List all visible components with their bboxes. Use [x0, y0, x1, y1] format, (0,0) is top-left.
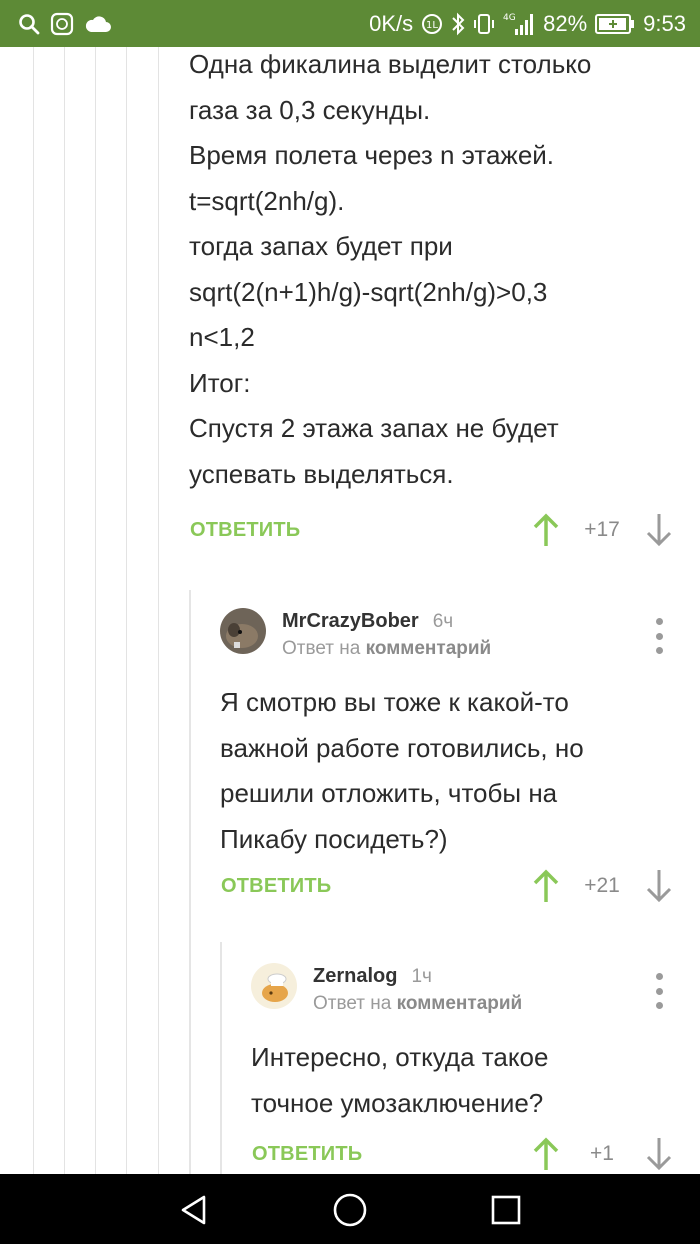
app-notification-icon	[50, 12, 74, 36]
comment-score: +21	[584, 874, 620, 897]
signal-icon: 4G	[503, 11, 535, 37]
comment-line: газа за 0,3 секунды.	[189, 94, 431, 125]
author-name[interactable]: Zernalog	[313, 965, 397, 987]
comment-line: Пикабу посидеть?)	[220, 823, 448, 854]
comment-body: Я смотрю вы тоже к какой-то важной работ…	[220, 680, 584, 862]
comment-line: важной работе готовились, но	[220, 732, 584, 763]
recent-apps-icon[interactable]	[487, 1191, 525, 1229]
more-options-icon[interactable]	[649, 618, 669, 654]
comment-line: Итог:	[189, 367, 251, 398]
avatar[interactable]	[251, 963, 297, 1009]
comment-actions: ОТВЕТИТЬ +1	[252, 1134, 692, 1174]
thread-branch-line	[189, 590, 191, 1180]
thread-guide-line	[64, 47, 65, 1174]
reply-button[interactable]: ОТВЕТИТЬ	[221, 866, 331, 906]
comment-time: 1ч	[411, 966, 432, 987]
comment-body: Одна фикалина выделит столько газа за 0,…	[189, 42, 591, 497]
thread-branch-line	[220, 942, 222, 1182]
comment-line: тогда запах будет при	[189, 231, 453, 261]
reply-to-link[interactable]: комментарий	[397, 993, 523, 1014]
comment-line: n<1,2	[189, 322, 255, 352]
comment-body: Интересно, откуда такое точное умозаключ…	[251, 1035, 548, 1126]
clock: 9:53	[643, 10, 686, 36]
avatar[interactable]	[220, 608, 266, 654]
more-options-icon[interactable]	[649, 973, 669, 1009]
svg-text:1L: 1L	[426, 20, 438, 31]
network-type-label: 4G	[503, 13, 516, 23]
back-icon[interactable]	[175, 1191, 213, 1229]
thread-guide-line	[126, 47, 127, 1174]
downvote-arrow-icon[interactable]	[644, 510, 674, 550]
comment-line: Интересно, откуда такое	[251, 1042, 549, 1072]
network-speed: 0K/s	[369, 10, 414, 36]
upvote-arrow-icon[interactable]	[531, 866, 561, 906]
comment-header: MrCrazyBober 6ч Ответ на комментарий	[220, 608, 690, 668]
home-icon[interactable]	[331, 1191, 369, 1229]
comment-line: Спустя 2 этажа запах не будет	[189, 413, 559, 443]
comment-author[interactable]: MrCrazyBober 6ч	[282, 610, 453, 633]
comment-line: t=sqrt(2nh/g).	[189, 185, 345, 216]
reply-to-label: Ответ на комментарий	[282, 638, 491, 660]
thread-guide-line	[95, 47, 96, 1174]
comment-actions: ОТВЕТИТЬ +21	[221, 866, 691, 906]
downvote-arrow-icon[interactable]	[644, 1134, 674, 1174]
comment-line: точное умозаключение?	[251, 1087, 544, 1118]
battery-percent: 82%	[543, 10, 588, 36]
comment-score: +1	[590, 1142, 614, 1165]
comment-time: 6ч	[432, 611, 454, 632]
reply-button[interactable]: ОТВЕТИТЬ	[252, 1134, 362, 1174]
author-name[interactable]: MrCrazyBober	[282, 610, 419, 632]
comment-line: Одна фикалина выделит столько	[189, 49, 592, 79]
comment-actions: ОТВЕТИТЬ +17	[190, 510, 690, 550]
search-icon	[18, 13, 40, 35]
reply-to-label: Ответ на комментарий	[313, 993, 522, 1015]
data-saver-icon: 1L	[421, 13, 443, 35]
reply-to-link[interactable]: комментарий	[366, 638, 492, 659]
reply-button[interactable]: ОТВЕТИТЬ	[190, 510, 300, 550]
reply-to-prefix: Ответ на	[282, 638, 361, 659]
cloud-icon	[84, 14, 112, 34]
comment-author[interactable]: Zernalog 1ч	[313, 965, 432, 988]
vibrate-icon	[473, 12, 495, 36]
comment-line: успевать выделяться.	[189, 458, 454, 489]
comment-header: Zernalog 1ч Ответ на комментарий	[251, 963, 691, 1023]
comment-line: Время полета через n этажей.	[189, 140, 555, 170]
comment-score: +17	[584, 518, 620, 541]
upvote-arrow-icon[interactable]	[531, 510, 561, 550]
comment-line: решили отложить, чтобы на	[220, 778, 558, 808]
comment-line: Я смотрю вы тоже к какой-то	[220, 687, 569, 717]
reply-to-prefix: Ответ на	[313, 993, 392, 1014]
upvote-arrow-icon[interactable]	[531, 1134, 561, 1174]
thread-guide-line	[33, 47, 34, 1174]
status-bar: 0K/s 1L 4G 82% 9:53	[0, 0, 700, 47]
navigation-bar	[0, 1174, 700, 1244]
bluetooth-icon	[451, 12, 465, 36]
thread-guide-line	[158, 47, 159, 1174]
battery-charging-icon	[595, 13, 635, 35]
comment-line: sqrt(2(n+1)h/g)-sqrt(2nh/g)>0,3	[189, 276, 548, 307]
downvote-arrow-icon[interactable]	[644, 866, 674, 906]
